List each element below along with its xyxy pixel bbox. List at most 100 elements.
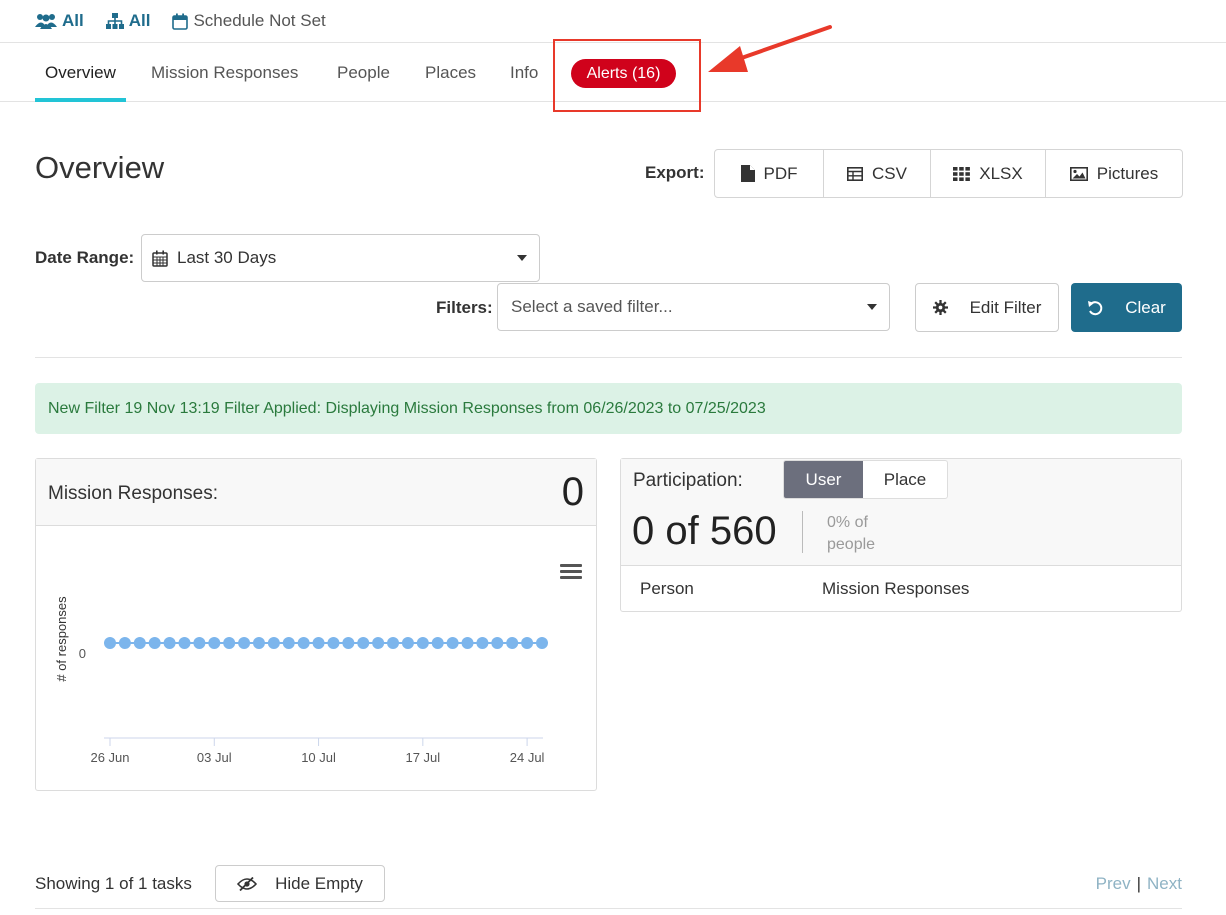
chart-x-tick-label: 03 Jul — [197, 750, 232, 765]
chart-point[interactable] — [536, 637, 548, 649]
chart-x-tick-label: 10 Jul — [301, 750, 336, 765]
toggle-user-button[interactable]: User — [784, 461, 863, 498]
participation-panel: Participation: User Place 0 of 560 0% of… — [620, 458, 1182, 612]
chart-point[interactable] — [491, 637, 504, 649]
chart-x-ticks: 26 Jun 03 Jul 10 Jul 17 Jul 24 Jul — [90, 738, 545, 765]
export-pdf-button[interactable]: PDF — [715, 150, 824, 197]
participation-toggle: User Place — [783, 460, 948, 499]
participation-percent-unit: people — [827, 536, 876, 553]
chart-point[interactable] — [446, 637, 459, 649]
chart-x-tick-label: 24 Jul — [510, 750, 545, 765]
chart-point[interactable] — [252, 637, 265, 649]
chart-point[interactable] — [208, 637, 221, 649]
mission-responses-title: Mission Responses: — [48, 483, 219, 504]
schedule-filter[interactable]: Schedule Not Set — [172, 11, 326, 31]
tab-mission-responses[interactable]: Mission Responses — [151, 43, 298, 102]
top-bar: All All Schedule Not Set — [0, 0, 1226, 43]
filters-label: Filters: — [436, 298, 493, 317]
chart-point[interactable] — [118, 637, 131, 649]
clear-filter-button[interactable]: Clear — [1071, 283, 1182, 332]
chart-series — [104, 637, 548, 649]
chevron-down-icon — [517, 255, 527, 261]
export-button-group: PDF CSV XLSX Pictures — [714, 149, 1183, 198]
tab-overview[interactable]: Overview — [35, 43, 126, 102]
chart-point[interactable] — [372, 637, 385, 649]
chart-point[interactable] — [238, 637, 251, 649]
chart-point[interactable] — [148, 637, 161, 649]
tasks-count-text: Showing 1 of 1 tasks — [35, 874, 192, 893]
tab-places[interactable]: Places — [425, 43, 476, 102]
date-range-select[interactable]: Last 30 Days — [141, 234, 540, 282]
users-icon — [35, 14, 57, 29]
gear-icon — [932, 300, 948, 315]
chart-point[interactable] — [327, 637, 340, 649]
saved-filter-placeholder: Select a saved filter... — [511, 297, 673, 316]
chart-point[interactable] — [461, 637, 474, 649]
export-pictures-button[interactable]: Pictures — [1046, 150, 1182, 197]
prev-page-link[interactable]: Prev — [1096, 874, 1131, 894]
column-header-mission-responses[interactable]: Mission Responses — [822, 579, 969, 599]
users-filter[interactable]: All — [35, 11, 84, 31]
filter-applied-banner: New Filter 19 Nov 13:19 Filter Applied: … — [35, 383, 1182, 434]
grid-icon — [953, 166, 971, 181]
chart-point[interactable] — [312, 637, 325, 649]
next-page-link[interactable]: Next — [1147, 874, 1182, 894]
toggle-place-button[interactable]: Place — [863, 461, 947, 498]
table-icon — [847, 166, 864, 181]
export-csv-button[interactable]: CSV — [824, 150, 931, 197]
chart-point[interactable] — [282, 637, 295, 649]
chart-point[interactable] — [193, 637, 206, 649]
footer-divider — [35, 908, 1182, 909]
chart-point[interactable] — [178, 637, 191, 649]
hide-empty-button[interactable]: Hide Empty — [215, 865, 385, 902]
chart-point[interactable] — [297, 637, 310, 649]
chart-point[interactable] — [431, 637, 444, 649]
calendar-icon — [172, 13, 189, 30]
column-header-person[interactable]: Person — [640, 579, 694, 599]
chart-point[interactable] — [104, 637, 116, 649]
section-divider — [35, 357, 1182, 358]
export-label: Export: — [645, 163, 705, 182]
chart-y-axis-label: # of responses — [54, 596, 69, 682]
tab-info[interactable]: Info — [510, 43, 538, 102]
chart-point[interactable] — [357, 637, 370, 649]
pagination-separator: | — [1136, 874, 1142, 893]
chart-point[interactable] — [416, 637, 429, 649]
pagination: Prev | Next — [1096, 874, 1182, 894]
chart-point[interactable] — [521, 637, 534, 649]
participation-label: Participation: — [633, 470, 743, 491]
users-filter-label: All — [62, 11, 84, 30]
chart-point[interactable] — [387, 637, 400, 649]
annotation-arrow-icon — [708, 25, 832, 72]
chart-point[interactable] — [476, 637, 489, 649]
saved-filter-select[interactable]: Select a saved filter... — [497, 283, 890, 331]
date-range-label: Date Range: — [35, 248, 135, 267]
file-pdf-icon — [740, 165, 755, 182]
export-xlsx-button[interactable]: XLSX — [931, 150, 1046, 197]
chart-point[interactable] — [506, 637, 519, 649]
edit-filter-button[interactable]: Edit Filter — [915, 283, 1059, 332]
chevron-down-icon — [867, 304, 877, 310]
chart-point[interactable] — [401, 637, 414, 649]
participation-percent: 0% of people — [827, 512, 875, 556]
org-filter[interactable]: All — [105, 11, 150, 31]
chart-point[interactable] — [342, 637, 355, 649]
mission-responses-count: 0 — [561, 470, 584, 514]
mission-responses-chart: # of responses 0 26 Jun 03 Jul 10 Jul 17 Ju… — [54, 596, 548, 765]
chart-point[interactable] — [223, 637, 236, 649]
export-csv-label: CSV — [872, 163, 907, 183]
hide-empty-label: Hide Empty — [275, 873, 363, 893]
chart-point[interactable] — [133, 637, 146, 649]
chart-point[interactable] — [163, 637, 176, 649]
eye-slash-icon — [237, 876, 258, 891]
annotation-highlight-box — [553, 39, 701, 112]
chart-point[interactable] — [267, 637, 280, 649]
chart-x-tick-label: 17 Jul — [405, 750, 440, 765]
count-divider — [802, 511, 803, 553]
participation-count: 0 of 560 — [632, 509, 777, 553]
mission-responses-panel: Mission Responses: 0 # of responses 0 26… — [35, 458, 597, 791]
schedule-label: Schedule Not Set — [193, 11, 326, 30]
undo-icon — [1088, 300, 1103, 315]
participation-percent-value: 0% of — [827, 514, 868, 531]
tab-people[interactable]: People — [337, 43, 390, 102]
